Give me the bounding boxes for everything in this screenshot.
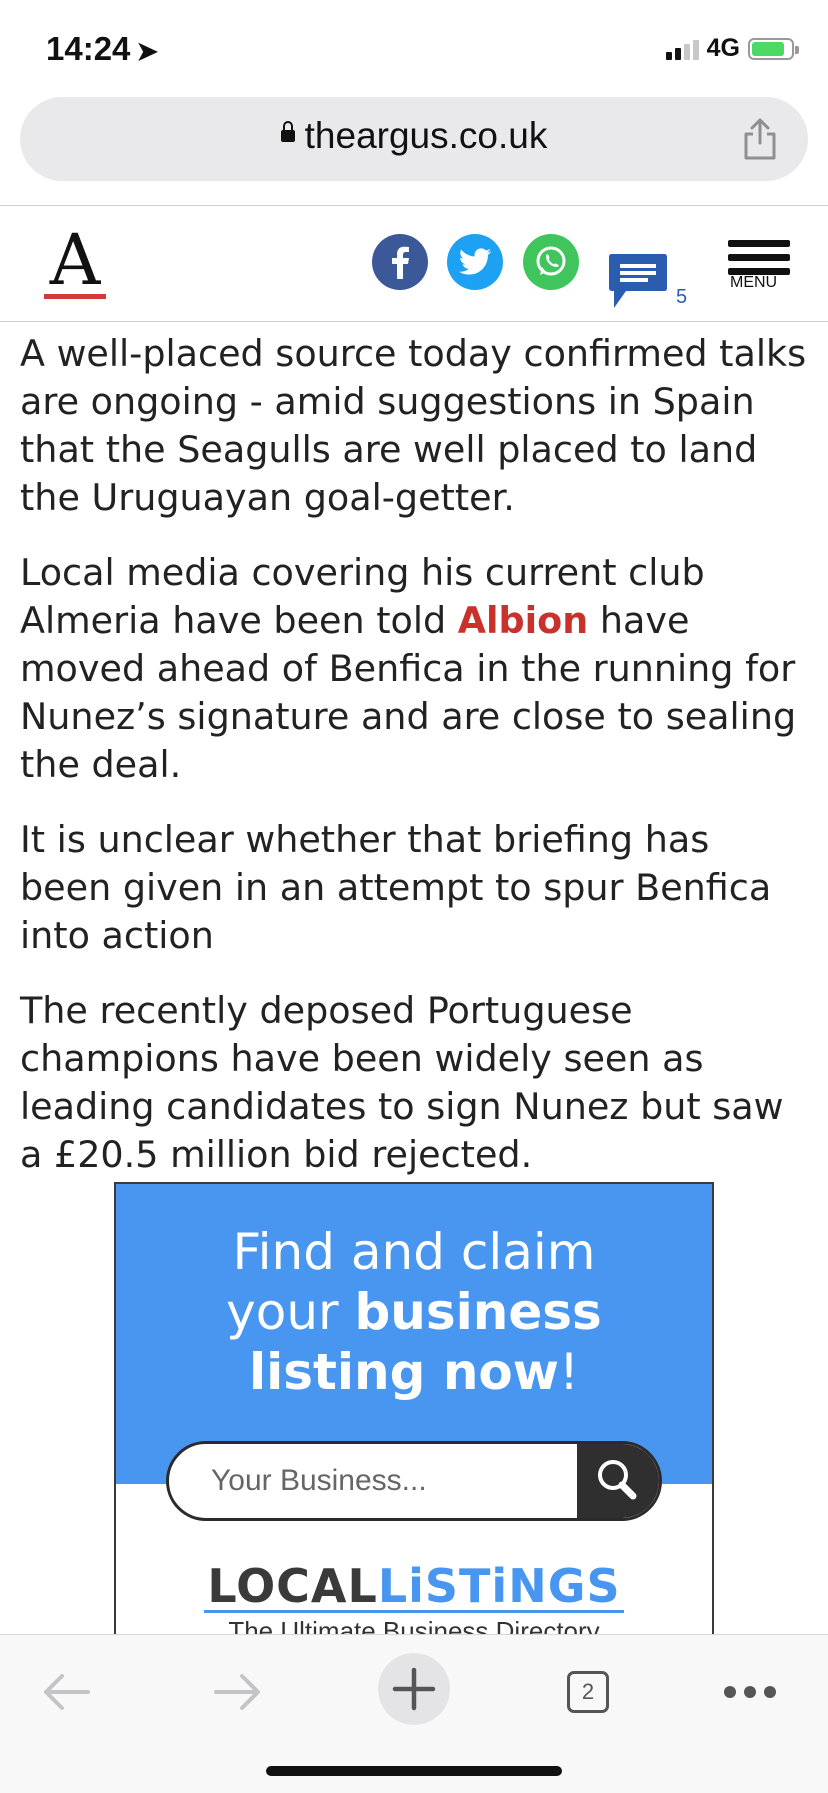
forward-button[interactable] — [206, 1657, 270, 1727]
article-paragraph: Local media covering his current club Al… — [20, 551, 797, 786]
site-logo[interactable]: A — [44, 219, 106, 301]
site-header: A 5 MENU — [0, 206, 828, 321]
facebook-icon — [392, 246, 409, 279]
location-arrow-icon: ➤ — [136, 36, 159, 66]
albion-link[interactable]: Albion — [458, 599, 588, 642]
twitter-icon — [459, 248, 492, 275]
ad-brand-rule — [204, 1610, 624, 1613]
back-button[interactable] — [34, 1657, 98, 1727]
logo-letter: A — [49, 219, 101, 301]
share-icon[interactable] — [740, 117, 780, 161]
ad-search-field[interactable]: Your Business... — [166, 1441, 662, 1521]
time-text: 14:24 — [46, 30, 131, 67]
article-paragraph: The recently deposed Portuguese champion… — [20, 989, 784, 1176]
url-domain: theargus.co.uk — [304, 115, 548, 156]
advertisement[interactable]: Find and claim your business listing now… — [114, 1182, 714, 1642]
signal-icon — [665, 38, 699, 60]
twitter-share-button[interactable] — [447, 234, 503, 290]
back-arrow-icon — [44, 1674, 90, 1710]
facebook-share-button[interactable] — [372, 234, 428, 290]
tab-count: 2 — [581, 1679, 595, 1704]
new-tab-button[interactable] — [378, 1653, 450, 1725]
comment-count[interactable]: 5 — [676, 286, 687, 309]
whatsapp-share-button[interactable] — [523, 234, 579, 290]
plus-icon — [392, 1667, 436, 1711]
article-paragraph: A well-placed source today confirmed tal… — [20, 332, 807, 519]
ad-search-placeholder: Your Business... — [211, 1464, 427, 1497]
ad-brand-logo: LOCALLiSTiNGS — [207, 1559, 621, 1613]
more-icon[interactable] — [720, 1657, 780, 1727]
lock-icon — [280, 121, 295, 143]
home-indicator[interactable] — [266, 1766, 562, 1776]
status-time: 14:24 ➤ — [46, 30, 158, 68]
tabs-icon: 2 — [567, 1671, 609, 1713]
address-bar[interactable]: theargus.co.uk — [20, 97, 808, 181]
search-icon — [598, 1460, 637, 1500]
url-display[interactable]: theargus.co.uk — [20, 115, 808, 157]
status-indicators: 4G — [665, 34, 799, 63]
status-bar: 14:24 ➤ 4G — [0, 0, 828, 96]
comments-icon[interactable] — [606, 250, 670, 312]
whatsapp-icon — [536, 246, 566, 276]
tabs-button[interactable]: 2 — [562, 1657, 614, 1727]
forward-arrow-icon — [214, 1674, 260, 1710]
article-body: A well-placed source today confirmed tal… — [20, 330, 810, 1206]
menu-label: MENU — [730, 274, 778, 291]
ad-search-button[interactable] — [577, 1444, 659, 1518]
network-label: 4G — [706, 34, 740, 62]
article-paragraph: It is unclear whether that briefing has … — [20, 818, 772, 957]
ad-headline: Find and claim your business listing now… — [226, 1223, 602, 1401]
battery-icon — [748, 37, 799, 60]
hamburger-menu-icon[interactable]: MENU — [728, 240, 790, 296]
divider — [0, 321, 828, 322]
